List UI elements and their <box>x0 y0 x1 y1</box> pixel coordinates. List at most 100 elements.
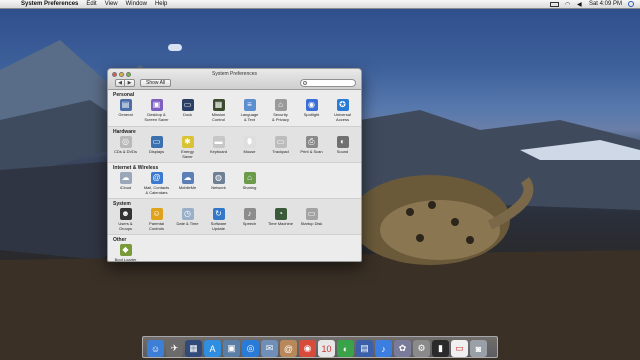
dock-icons: ☺ ✈ ▦ A ▣ ◎ ✉ @ ◉ 10 ◐ ▤ ♪ ✿ ⚙ ▮ ▭ ◙ <box>147 340 487 357</box>
battery-icon[interactable] <box>549 1 559 7</box>
window-title: System Preferences <box>211 71 258 77</box>
wifi-icon[interactable]: ◠ <box>565 1 571 8</box>
pane-dock[interactable]: ▭ Dock <box>172 99 203 122</box>
pane-list: ☻ Users & Groups ☺ Parental Controls ◷ Date &… <box>110 208 327 231</box>
volume-icon[interactable]: ◀ <box>577 1 583 8</box>
dock-finder-icon[interactable]: ☺ <box>147 340 164 357</box>
pane-label: Mission Control <box>211 112 226 122</box>
print-scan-icon: ⎙ <box>305 136 318 148</box>
section-system: System ☻ Users & Groups ☺ Parental Controls ◷… <box>108 198 361 234</box>
pane-date-time[interactable]: ◷ Date & Time <box>172 208 203 231</box>
menu-window[interactable]: Window <box>126 1 147 7</box>
spotlight-icon: ◉ <box>305 99 318 111</box>
dock-mail-icon[interactable]: ✉ <box>261 340 278 357</box>
pane-label: Energy Saver <box>181 149 194 159</box>
pane-network[interactable]: ◍ Network <box>203 172 234 195</box>
pane-language[interactable]: ≡ Language & Text <box>234 99 265 122</box>
search-icon <box>303 81 307 85</box>
pane-cds-dvds[interactable]: ◎ CDs & DVDs <box>110 136 141 159</box>
pane-time-machine[interactable]: ◔ Time Machine <box>265 208 296 231</box>
pane-startup-disk[interactable]: ▭ Startup Disk <box>296 208 327 231</box>
pane-mouse[interactable]: ⬮ Mouse <box>234 136 265 159</box>
pane-displays[interactable]: ▭ Displays <box>141 136 172 159</box>
date-time-icon: ◷ <box>181 208 194 220</box>
software-update-icon: ↻ <box>212 208 225 220</box>
dock-calendar-icon[interactable]: 10 <box>318 340 335 357</box>
time-machine-icon: ◔ <box>274 208 287 220</box>
pane-label: iCloud <box>119 185 132 190</box>
pane-list: ☁ iCloud @ Mail, Contacts & Calendars ☁ Mobil… <box>110 172 265 195</box>
pane-label: Speech <box>242 221 257 226</box>
menu-edit[interactable]: Edit <box>86 1 96 7</box>
pane-sharing[interactable]: ⌂ Sharing <box>234 172 265 195</box>
icloud-icon: ☁ <box>119 172 132 184</box>
users-groups-icon: ☻ <box>119 208 132 220</box>
pane-trackpad[interactable]: ▭ Trackpad <box>265 136 296 159</box>
menu-help[interactable]: Help <box>155 1 167 7</box>
dock-itunes-icon[interactable]: ♪ <box>375 340 392 357</box>
window-toolbar: System Preferences ◀ ▶ Show All <box>108 69 361 90</box>
universal-access-icon: ✪ <box>336 99 349 111</box>
section-title: Internet & Wireless <box>113 165 159 171</box>
dock-trash-icon[interactable]: ◙ <box>470 340 487 357</box>
section-title: Personal <box>113 92 135 98</box>
pane-desktop[interactable]: ▣ Desktop & Screen Saver <box>141 99 172 122</box>
dock-safari-icon[interactable]: ◎ <box>242 340 259 357</box>
section-hardware: Hardware ◎ CDs & DVDs ▭ Displays ✱ Energy Save… <box>108 126 361 162</box>
pane-label: Keyboard <box>209 149 228 154</box>
dock-photo-booth-icon[interactable]: ▤ <box>356 340 373 357</box>
pane-sound[interactable]: ◐ Sound <box>327 136 358 159</box>
pane-spotlight[interactable]: ◉ Spotlight <box>296 99 327 122</box>
dock-preview-icon[interactable]: ▣ <box>223 340 240 357</box>
search-input[interactable] <box>300 79 356 87</box>
dock-contacts-icon[interactable]: @ <box>280 340 297 357</box>
pane-print-scan[interactable]: ⎙ Print & Scan <box>296 136 327 159</box>
pane-label: Displays <box>148 149 165 154</box>
pane-label: Sharing <box>242 185 257 190</box>
pane-speech[interactable]: ♪ Speech <box>234 208 265 231</box>
pane-security[interactable]: ⌂ Security & Privacy <box>265 99 296 122</box>
forward-button[interactable]: ▶ <box>125 79 135 87</box>
pane-list: ▤ General ▣ Desktop & Screen Saver ▭ Dock ▦ Mis… <box>110 99 358 122</box>
dock-launchpad-icon[interactable]: ✈ <box>166 340 183 357</box>
pane-list: ◎ CDs & DVDs ▭ Displays ✱ Energy Saver ▬ Keyboa… <box>110 136 358 159</box>
pane-label: Universal Access <box>334 112 351 122</box>
pane-mail[interactable]: @ Mail, Contacts & Calendars <box>141 172 172 195</box>
pane-label: Mouse <box>243 149 256 154</box>
pane-general[interactable]: ▤ General <box>110 99 141 122</box>
pane-parental-controls[interactable]: ☺ Parental Controls <box>141 208 172 231</box>
app-menu[interactable]: System Preferences <box>21 1 78 7</box>
dock-facetime-icon[interactable]: ◐ <box>337 340 354 357</box>
pane-mission-control[interactable]: ▦ Mission Control <box>203 99 234 122</box>
section-title: Other <box>113 237 127 243</box>
pane-list: ◆ Boot Loader <box>110 244 141 262</box>
dock-system-preferences-icon[interactable]: ⚙ <box>413 340 430 357</box>
menubar-clock[interactable]: Sat 4:09 PM <box>589 1 622 7</box>
trackpad-icon: ▭ <box>274 136 287 148</box>
startup-disk-icon: ▭ <box>305 208 318 220</box>
show-all-button[interactable]: Show All <box>140 79 172 87</box>
section-personal: Personal ▤ General ▣ Desktop & Screen Saver ▭… <box>108 90 361 126</box>
dock-document-icon[interactable]: ▭ <box>451 340 468 357</box>
pane-boot-loader[interactable]: ◆ Boot Loader <box>110 244 141 262</box>
pane-software-update[interactable]: ↻ Software Update <box>203 208 234 231</box>
pane-energy-saver[interactable]: ✱ Energy Saver <box>172 136 203 159</box>
general-icon: ▤ <box>119 99 132 111</box>
spotlight-search-icon[interactable] <box>628 1 634 7</box>
pane-mobileme[interactable]: ☁ MobileMe <box>172 172 203 195</box>
pane-users-groups[interactable]: ☻ Users & Groups <box>110 208 141 231</box>
speech-icon: ♪ <box>243 208 256 220</box>
pane-universal-access[interactable]: ✪ Universal Access <box>327 99 358 122</box>
pane-icloud[interactable]: ☁ iCloud <box>110 172 141 195</box>
pane-label: Parental Controls <box>149 221 164 231</box>
dock-mission-control-icon[interactable]: ▦ <box>185 340 202 357</box>
pane-label: Users & Groups <box>118 221 133 231</box>
dock-app-store-icon[interactable]: A <box>204 340 221 357</box>
menu-view[interactable]: View <box>105 1 118 7</box>
dock-terminal-icon[interactable]: ▮ <box>432 340 449 357</box>
pane-keyboard[interactable]: ▬ Keyboard <box>203 136 234 159</box>
pane-label: Boot Loader <box>114 257 137 262</box>
dock-photos-icon[interactable]: ✿ <box>394 340 411 357</box>
back-button[interactable]: ◀ <box>115 79 125 87</box>
dock-chrome-icon[interactable]: ◉ <box>299 340 316 357</box>
